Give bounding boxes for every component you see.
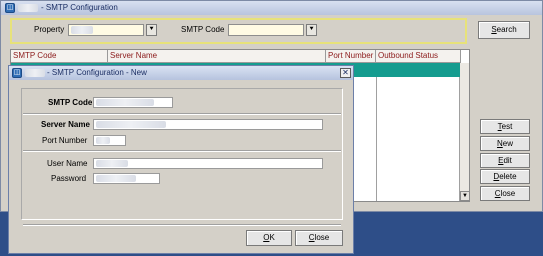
column-header-outbound-status[interactable]: Outbound Status [376,50,461,63]
redacted-smtp-code [96,99,154,106]
redacted-server-name [96,121,166,128]
smtp-code-label: SMTP Code [48,98,93,107]
search-button[interactable]: Search [478,21,530,39]
redacted-property-name [25,69,45,77]
column-header-port-number[interactable]: Port Number [326,50,376,63]
port-number-label: Port Number [42,136,88,145]
smtp-code-filter-label: SMTP Code [181,25,225,34]
redacted-port-number [96,137,110,144]
edit-button[interactable]: Edit [480,153,530,168]
divider [23,113,341,115]
dialog-title: - SMTP Configuration - New [47,68,147,77]
server-name-label: Server Name [41,120,90,129]
divider [23,224,341,226]
app-icon: ◫ [5,3,15,13]
column-divider [376,77,377,201]
redacted-property-name [18,4,38,12]
ok-button[interactable]: OK [246,230,292,246]
column-header-server-name[interactable]: Server Name [108,50,326,63]
property-field[interactable] [68,24,144,36]
password-label: Password [51,174,87,183]
property-dropdown-button[interactable]: ⯆ [146,24,157,36]
main-window-titlebar[interactable]: ◫ - SMTP Configuration [1,1,542,15]
port-number-input[interactable] [93,135,126,146]
smtp-code-input[interactable] [93,97,173,108]
vertical-scrollbar[interactable] [460,63,469,201]
new-button[interactable]: New [480,136,530,151]
close-icon[interactable]: ✕ [340,68,351,78]
new-smtp-dialog: ◫ - SMTP Configuration - New ✕ SMTP Code… [8,65,354,254]
dialog-close-button[interactable]: Close [295,230,343,246]
redacted-user-name [96,160,128,167]
redacted-password [96,175,136,182]
scroll-down-arrow-icon[interactable]: ▼ [460,191,469,201]
divider [23,150,341,152]
smtp-code-filter-field[interactable] [228,24,304,36]
redacted-property-value [71,26,93,34]
user-name-label: User Name [47,159,88,168]
dialog-titlebar[interactable]: ◫ - SMTP Configuration - New ✕ [9,66,353,80]
dropdown-arrow-icon: ⯆ [308,26,315,33]
user-name-input[interactable] [93,158,323,169]
server-name-input[interactable] [93,119,323,130]
column-header-smtp-code[interactable]: SMTP Code [11,50,108,63]
close-button[interactable]: Close [480,186,530,201]
smtp-code-dropdown-button[interactable]: ⯆ [306,24,317,36]
test-button[interactable]: Test [480,119,530,134]
password-input[interactable] [93,173,160,184]
property-label: Property [34,25,65,34]
window-title: - SMTP Configuration [41,3,118,12]
delete-button[interactable]: Delete [480,169,530,184]
dropdown-arrow-icon: ⯆ [148,26,155,33]
app-icon: ◫ [12,68,22,78]
